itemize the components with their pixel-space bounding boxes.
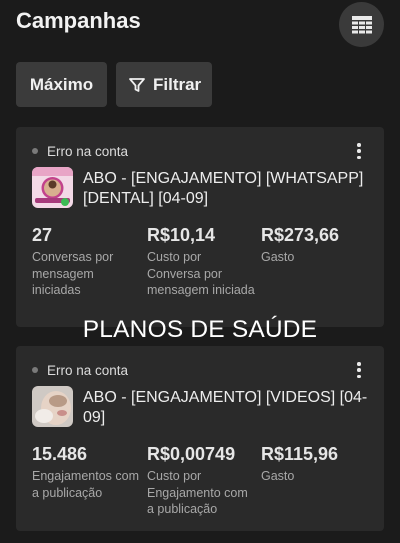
app-header: Campanhas bbox=[0, 0, 400, 48]
metric-value: R$115,96 bbox=[261, 444, 339, 464]
metric-label: Custo por Engajamento com a publicação bbox=[147, 469, 248, 516]
overlay-caption: PLANOS DE SAÚDE bbox=[82, 316, 318, 343]
more-options-icon[interactable] bbox=[354, 141, 364, 161]
campaign-status: Erro na conta bbox=[32, 143, 128, 159]
metric-label: Conversas por mensagem iniciadas bbox=[32, 250, 114, 297]
maximum-date-label: Máximo bbox=[29, 74, 94, 94]
metric-spend: R$115,96 Gasto bbox=[261, 444, 371, 485]
dental-ad-thumbnail bbox=[32, 167, 73, 208]
page-title: Campanhas bbox=[16, 8, 141, 33]
metric-value: 27 bbox=[32, 225, 53, 245]
metric-results: 15.486 Engajamentos com a publicação bbox=[32, 444, 142, 501]
campaign-status: Erro na conta bbox=[32, 362, 128, 378]
metric-label: Gasto bbox=[261, 469, 295, 483]
status-dot bbox=[32, 367, 38, 373]
metric-label: Custo por Conversa por mensagem iniciada bbox=[147, 250, 255, 297]
campaign-name: ABO - [ENGAJAMENTO] [WHATSAPP] [DENTAL] … bbox=[83, 170, 364, 207]
status-dot bbox=[32, 148, 38, 154]
maximum-date-chip[interactable]: Máximo bbox=[16, 62, 107, 107]
campaign-card[interactable]: Erro na conta ABO - [ENGAJAMENTO] [WHATS… bbox=[16, 127, 384, 327]
metric-spend: R$273,66 Gasto bbox=[261, 225, 371, 266]
status-text: Erro na conta bbox=[47, 362, 129, 378]
table-view-button[interactable] bbox=[339, 2, 384, 47]
filter-button[interactable]: Filtrar bbox=[116, 62, 212, 107]
metric-cost-per-result: R$0,00749 Custo por Engajamento com a pu… bbox=[147, 444, 257, 518]
table-view-icon bbox=[351, 15, 372, 33]
metric-label: Gasto bbox=[261, 250, 295, 264]
funnel-icon bbox=[129, 77, 145, 93]
metric-value: R$0,00749 bbox=[147, 444, 236, 464]
campaign-name: ABO - [ENGAJAMENTO] [VIDEOS] [04-09] bbox=[83, 389, 368, 426]
metric-value: 15.486 bbox=[32, 444, 88, 464]
filter-label: Filtrar bbox=[153, 74, 202, 94]
campaign-card[interactable]: Erro na conta ABO - [ENGAJAMENTO] [VIDEO… bbox=[16, 346, 384, 531]
metric-cost-per-result: R$10,14 Custo por Conversa por mensagem … bbox=[147, 225, 257, 299]
metric-label: Engajamentos com a publicação bbox=[32, 469, 140, 500]
metric-results: 27 Conversas por mensagem iniciadas bbox=[32, 225, 142, 299]
more-options-icon[interactable] bbox=[354, 360, 364, 380]
status-text: Erro na conta bbox=[47, 143, 129, 159]
video-ad-thumbnail bbox=[32, 386, 73, 427]
metric-value: R$10,14 bbox=[147, 225, 216, 245]
metric-value: R$273,66 bbox=[261, 225, 340, 245]
